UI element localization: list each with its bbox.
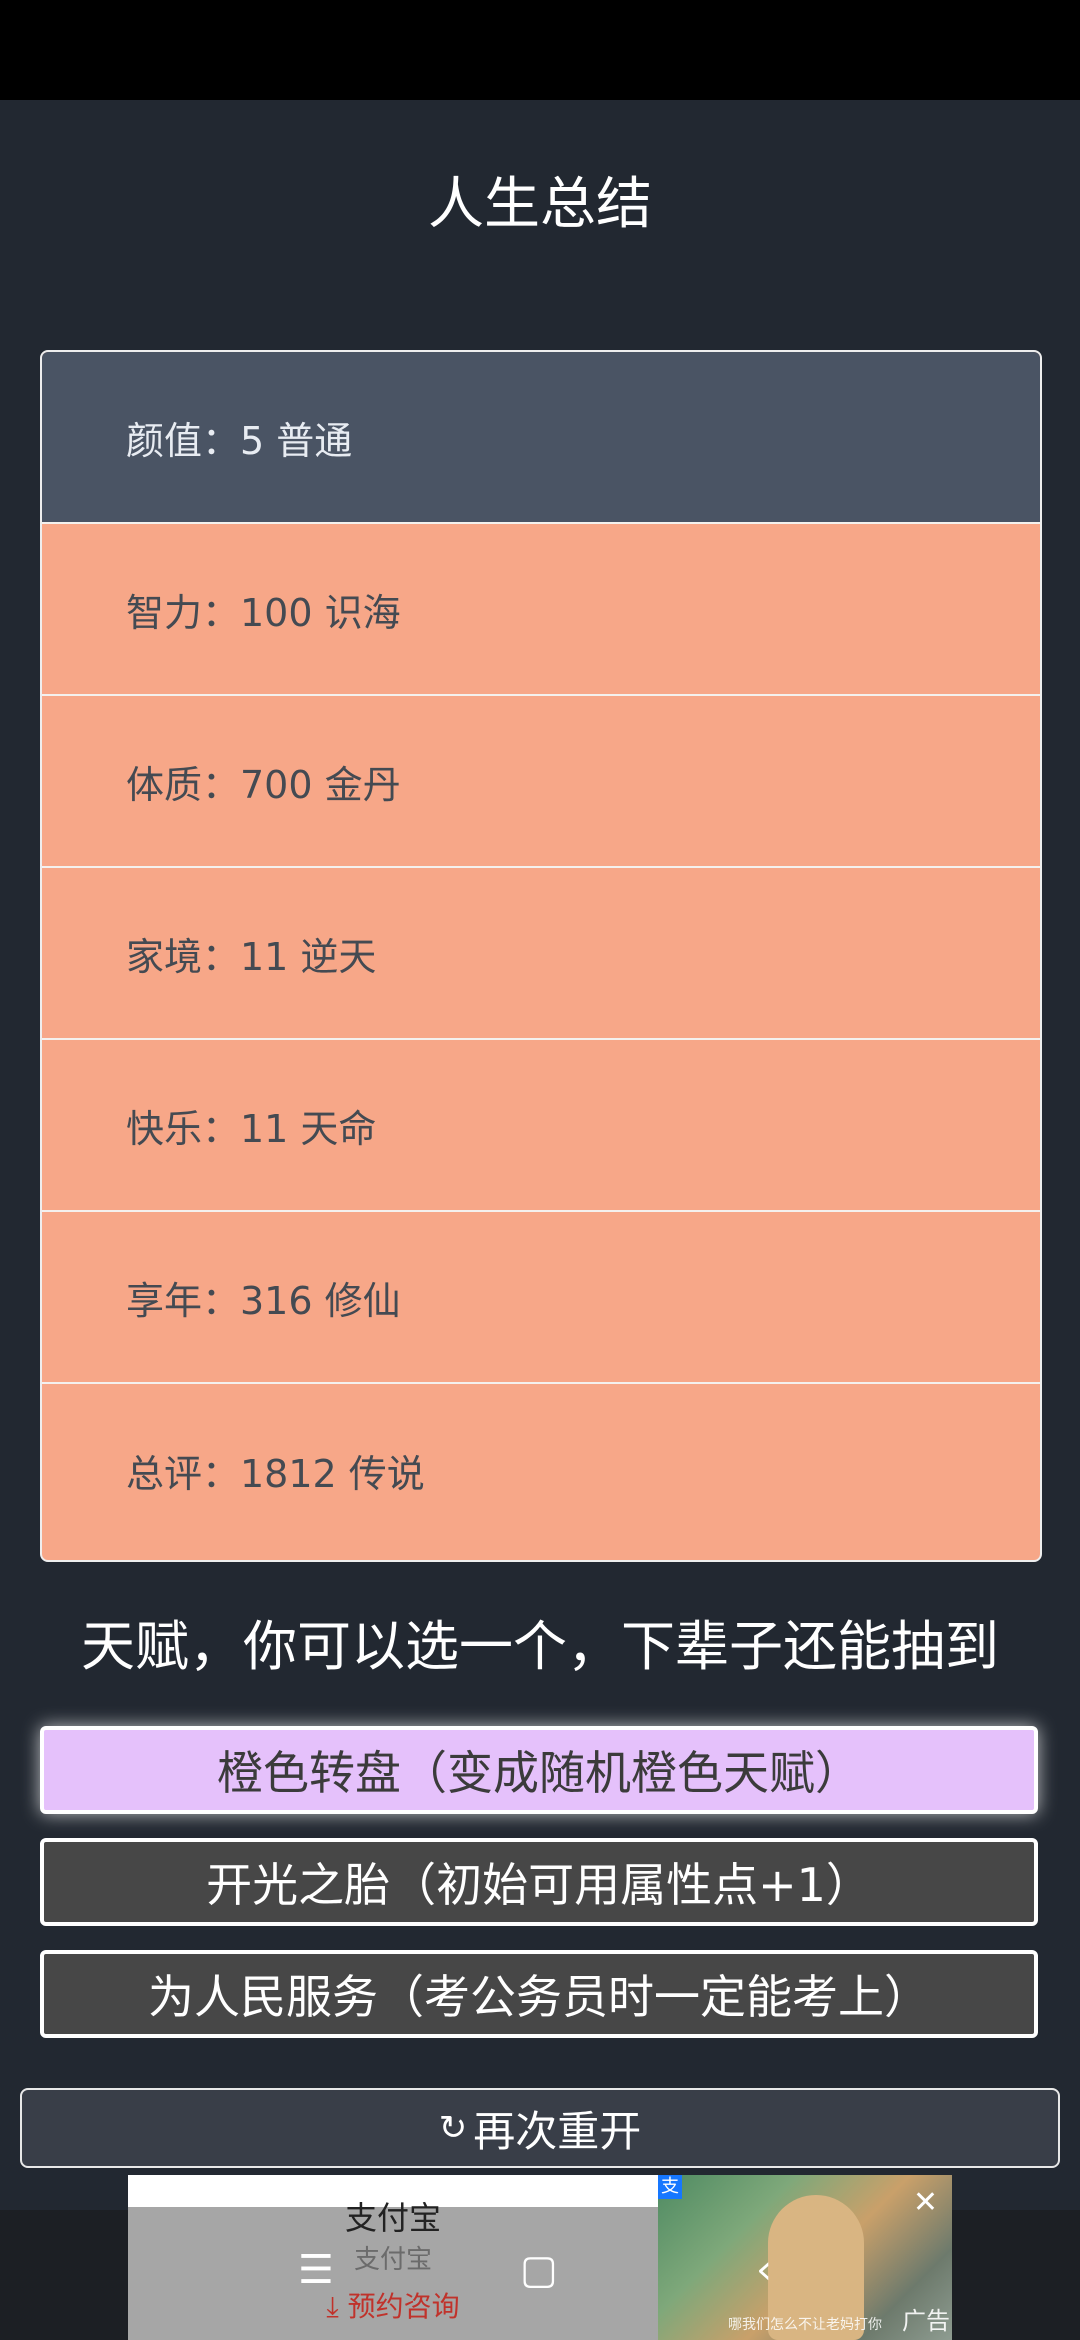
close-icon[interactable]: ✕: [913, 2185, 938, 2220]
home-icon[interactable]: ▢: [520, 2240, 558, 2300]
refresh-icon: ↻: [438, 2108, 468, 2148]
summary-row-overall: 总评：1812 传说: [126, 1451, 425, 1496]
summary-row-appearance: 颜值：5 普通: [42, 352, 1040, 524]
summary-row-constitution: 体质：700 金丹: [42, 696, 1040, 868]
ad-title: 支付宝: [344, 2199, 441, 2237]
menu-icon[interactable]: ☰: [298, 2240, 334, 2300]
restart-button[interactable]: ↻ 再次重开: [20, 2088, 1060, 2168]
ad-caption: 哪我们怎么不让老妈打你: [728, 2317, 882, 2333]
talent-option-orange-wheel[interactable]: 橙色转盘（变成随机橙色天赋）: [40, 1726, 1038, 1814]
ad-cta-button[interactable]: ⤓ 预约咨询: [128, 2285, 658, 2325]
life-summary-screen: 人生总结 颜值：5 普通 智力：100 识海 体质：700 金丹 家境：11 逆…: [0, 100, 1080, 2210]
talent-option-serve-people[interactable]: 为人民服务（考公务员时一定能考上）: [40, 1950, 1038, 2038]
restart-label: 再次重开: [473, 2106, 642, 2156]
talent-heading: 天赋，你可以选一个，下辈子还能抽到: [81, 1615, 999, 1678]
summary-row-lifespan: 享年：316 修仙: [42, 1212, 1040, 1384]
summary-row-happiness: 快乐：11 天命: [42, 1040, 1040, 1212]
ad-image[interactable]: 支 ✕ 哪我们怎么不让老妈打你 广告: [658, 2175, 952, 2340]
ad-label: 广告: [902, 2307, 950, 2335]
summary-list: 颜值：5 普通 智力：100 识海 体质：700 金丹 家境：11 逆天 快乐：…: [40, 350, 1042, 1562]
summary-row-intelligence: 智力：100 识海: [42, 524, 1040, 696]
summary-row-family: 家境：11 逆天: [42, 868, 1040, 1040]
ad-text-panel[interactable]: 支付宝 支付宝 ⤓ 预约咨询: [128, 2175, 658, 2340]
talent-option-blessed-birth[interactable]: 开光之胎（初始可用属性点+1）: [40, 1838, 1038, 1926]
back-icon[interactable]: ‹: [756, 2240, 772, 2300]
status-bar: [0, 0, 1080, 100]
ad-app-badge: 支: [658, 2175, 682, 2199]
page-title: 人生总结: [428, 172, 652, 237]
ad-subtitle: 支付宝: [353, 2245, 432, 2275]
